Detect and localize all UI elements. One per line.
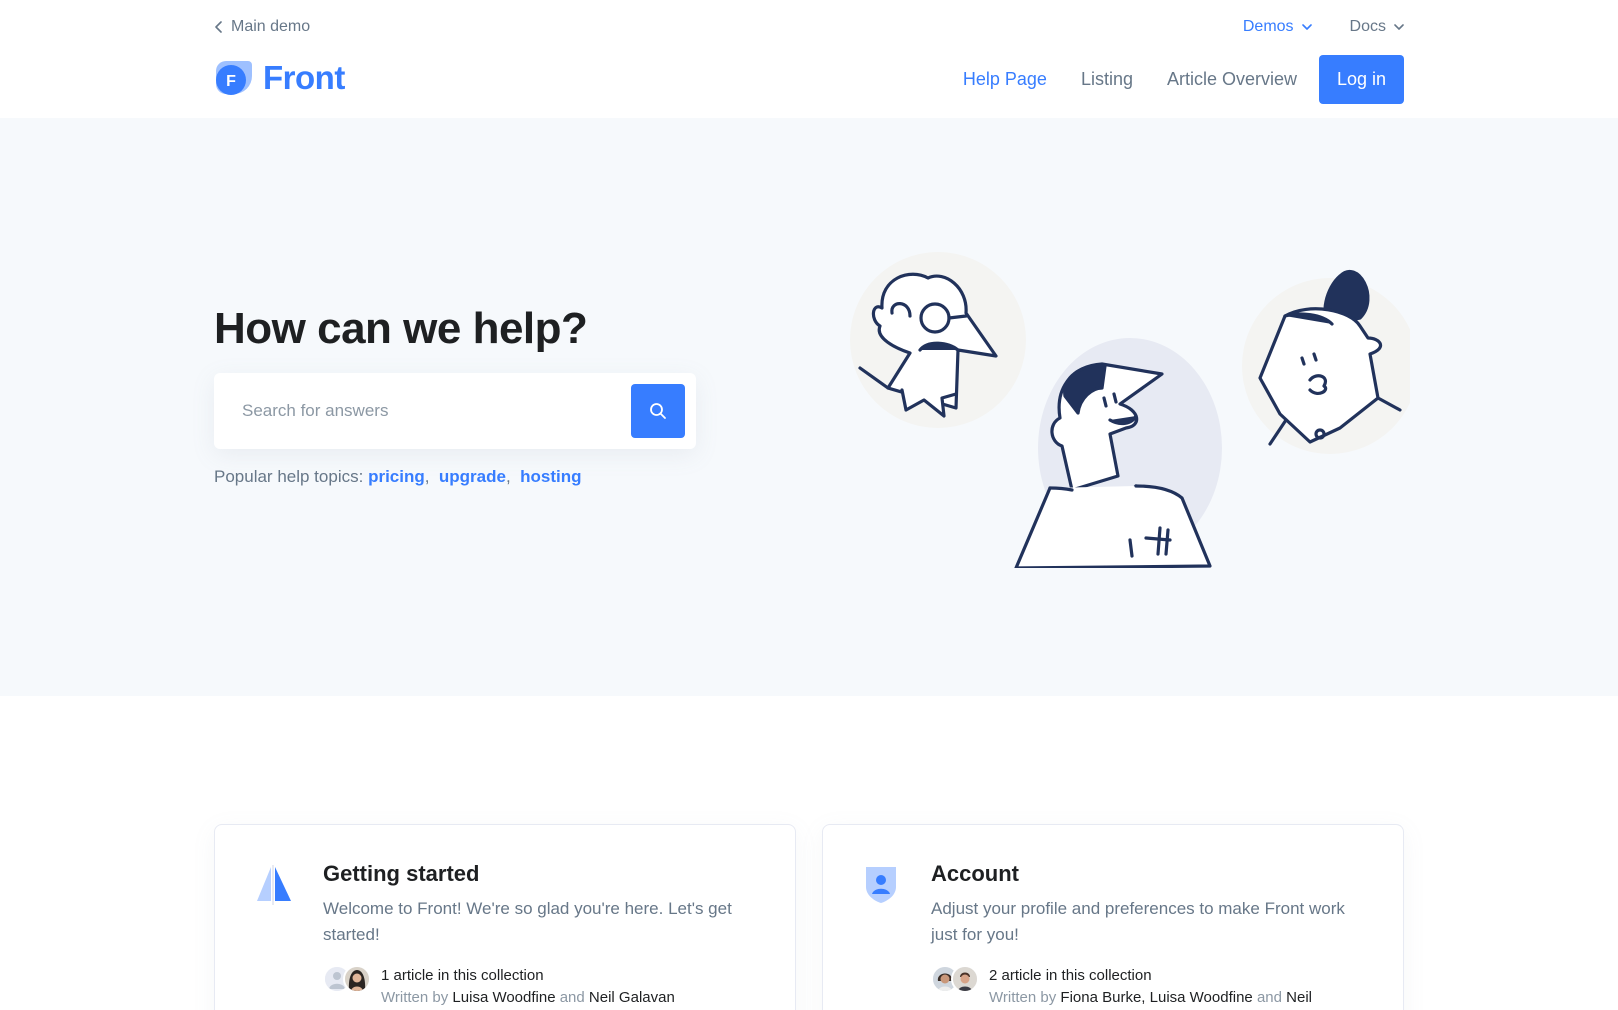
card-meta: 2 article in this collection Written by …	[931, 965, 1312, 1009]
article-count: 1 article in this collection	[381, 967, 544, 984]
logo-text: Front	[263, 59, 345, 96]
topic-link-pricing[interactable]: pricing	[368, 467, 425, 486]
written-by-label: Written by	[381, 989, 449, 1006]
nav-help-page[interactable]: Help Page	[963, 69, 1047, 90]
card-title: Account	[931, 861, 1019, 886]
card-description: Adjust your profile and preferences to m…	[931, 899, 1345, 944]
search-icon	[650, 403, 666, 419]
card-title: Getting started	[323, 861, 480, 886]
top-bar: Main demo Demos Docs	[215, 16, 1404, 40]
account-shield-icon	[866, 867, 896, 903]
hero-title: How can we help?	[214, 304, 588, 353]
docs-label: Docs	[1349, 18, 1386, 35]
authors-line: Written by Luisa Woodfine and Neil Galav…	[381, 987, 675, 1009]
topic-link-upgrade[interactable]: upgrade	[439, 467, 506, 486]
docs-dropdown[interactable]: Docs	[1350, 18, 1404, 36]
hero-section: How can we help? Popular help topics: pr…	[0, 118, 1618, 696]
popular-topics: Popular help topics: pricing, upgrade, h…	[214, 467, 582, 486]
card-meta-text: 2 article in this collection Written by …	[989, 965, 1312, 1009]
front-logo[interactable]: F Front	[214, 58, 345, 98]
chevron-left-icon	[215, 21, 222, 33]
author-name[interactable]: Luisa Woodfine	[452, 989, 555, 1006]
demos-dropdown[interactable]: Demos	[1243, 18, 1312, 36]
and-label: and	[559, 989, 585, 1006]
nav-article-overview[interactable]: Article Overview	[1167, 69, 1297, 90]
login-button[interactable]: Log in	[1319, 55, 1404, 104]
search-button[interactable]	[631, 384, 685, 438]
svg-text:F: F	[226, 73, 236, 90]
search-input[interactable]	[242, 393, 622, 429]
nav-listing[interactable]: Listing	[1081, 69, 1133, 90]
demos-label: Demos	[1242, 18, 1294, 35]
main-nav: Help Page Listing Article Overview Log i…	[929, 55, 1404, 104]
collection-card-getting-started[interactable]: Getting started Welcome to Front! We're …	[214, 824, 796, 1010]
back-link-label: Main demo	[231, 18, 311, 35]
getting-started-icon	[257, 865, 291, 905]
front-logo-icon: F	[216, 61, 252, 95]
site-header: Main demo Demos Docs F Front Help Page L…	[0, 0, 1618, 118]
written-by-label: Written by	[989, 989, 1057, 1006]
avatar	[343, 965, 371, 993]
author-name[interactable]: Fiona Burke, Luisa Woodfine	[1060, 989, 1252, 1006]
chevron-down-icon	[1301, 24, 1312, 30]
author-avatars	[323, 965, 371, 1009]
author-avatars	[931, 965, 979, 1009]
author-name[interactable]: Neil Galavan	[589, 989, 675, 1006]
top-nav: Demos Docs	[1243, 18, 1404, 36]
topic-link-hosting[interactable]: hosting	[520, 467, 581, 486]
authors-line: Written by Fiona Burke, Luisa Woodfine a…	[989, 987, 1312, 1009]
collection-card-account[interactable]: Account Adjust your profile and preferen…	[822, 824, 1404, 1010]
back-to-main-demo-link[interactable]: Main demo	[215, 18, 310, 36]
article-count: 2 article in this collection	[989, 967, 1152, 984]
avatar	[951, 965, 979, 993]
card-description: Welcome to Front! We're so glad you're h…	[323, 899, 732, 944]
topics-label: Popular help topics:	[214, 467, 364, 486]
and-label: and	[1256, 989, 1282, 1006]
card-meta: 1 article in this collection Written by …	[323, 965, 675, 1009]
author-name[interactable]: Neil	[1286, 989, 1312, 1006]
search-box	[214, 373, 696, 449]
hero-illustration	[850, 252, 1410, 568]
chevron-down-icon	[1394, 24, 1404, 30]
card-meta-text: 1 article in this collection Written by …	[381, 965, 675, 1009]
